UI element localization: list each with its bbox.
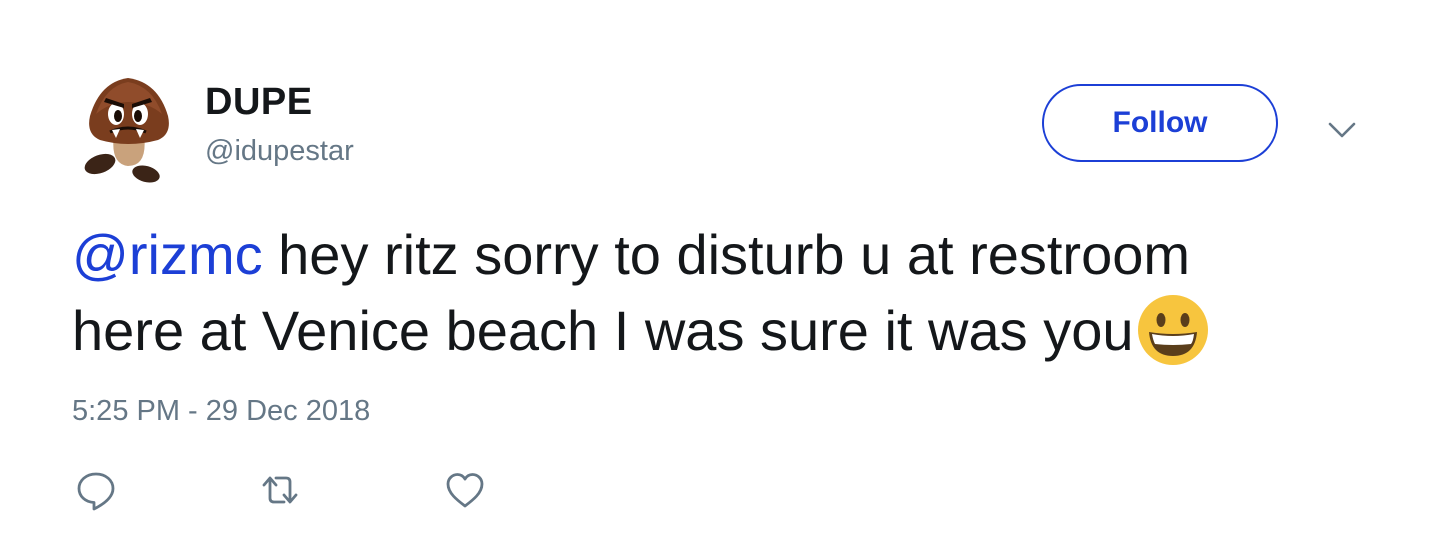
user-avatar[interactable] [80, 72, 176, 184]
tweet-text: @rizmc hey ritz sorry to disturb u at re… [72, 218, 1392, 368]
mention-link[interactable]: @rizmc [72, 223, 263, 286]
retweet-icon [262, 476, 298, 504]
reply-icon [77, 472, 115, 511]
goomba-avatar-icon [84, 78, 169, 183]
tweet-text-line-1: @rizmc hey ritz sorry to disturb u at re… [72, 218, 1392, 292]
grinning-face-emoji-icon [1135, 292, 1211, 368]
tweet-menu-caret[interactable] [1322, 110, 1362, 150]
tweet-text-line-1-rest: hey ritz sorry to disturb u at restroom [262, 223, 1191, 286]
tweet-text-line-2-content: here at Venice beach I was sure it was y… [72, 299, 1134, 362]
chevron-down-icon [1328, 122, 1356, 138]
follow-button[interactable]: Follow [1042, 84, 1278, 162]
display-name[interactable]: DUPE [205, 80, 313, 124]
retweet-button[interactable] [258, 468, 302, 512]
like-button[interactable] [443, 468, 487, 512]
tweet-timestamp[interactable]: 5:25 PM - 29 Dec 2018 [72, 393, 370, 429]
like-icon [446, 473, 484, 508]
reply-button[interactable] [74, 468, 118, 512]
user-handle[interactable]: @idupestar [205, 133, 354, 169]
tweet-text-line-2: here at Venice beach I was sure it was y… [72, 292, 1392, 368]
